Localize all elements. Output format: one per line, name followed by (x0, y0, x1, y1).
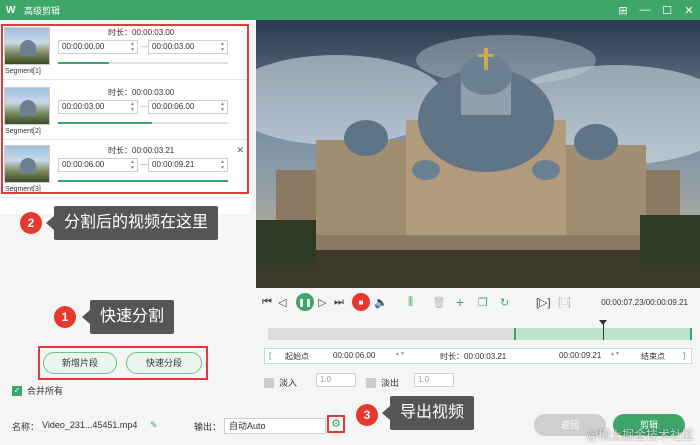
step-back-icon[interactable]: ◁ (278, 294, 286, 310)
range-editor: [ 起始点 00:00:06.00 ▲▼ 时长：00:00:03.21 00:0… (264, 348, 692, 364)
title-bar: W 高级剪辑 ⊞ — ☐ ✕ (0, 0, 700, 20)
copy-icon[interactable]: ❐ (478, 294, 488, 310)
fade-in-option[interactable]: 淡入 (264, 376, 297, 389)
playhead-line[interactable] (602, 322, 604, 340)
volume-icon[interactable]: 🔈 (374, 294, 388, 310)
bracket-left-icon: [ (269, 351, 272, 360)
merge-all-label: 合并所有 (27, 386, 64, 396)
file-name: Video_231...45451.mp4 (42, 420, 138, 430)
fade-out-label: 淡出 (381, 378, 400, 388)
stop-button[interactable]: ■ (352, 293, 370, 311)
callout-number-1: 1 (54, 306, 76, 328)
fade-in-input[interactable]: 1.0 (316, 373, 356, 387)
range-duration: 时长：00:00:03.21 (440, 352, 507, 361)
quick-split-button[interactable]: 快速分段 (126, 352, 202, 374)
video-preview[interactable] (256, 20, 700, 288)
fade-in-checkbox[interactable] (264, 377, 274, 388)
merge-all-checkbox[interactable]: ✓ (12, 385, 22, 396)
pin-icon[interactable]: ⊞ (612, 0, 634, 20)
bracket-right-icon: ] (683, 351, 686, 360)
app-logo-icon: W (6, 4, 16, 16)
minimize-button[interactable]: — (634, 0, 656, 20)
spinner-icon[interactable]: ▲▼ (395, 351, 405, 357)
window-title: 高级剪辑 (24, 5, 61, 16)
reset-icon[interactable]: ↻ (500, 294, 509, 310)
timeline-track[interactable] (268, 320, 692, 340)
pause-button[interactable]: ❚❚ (296, 293, 314, 311)
edit-name-icon[interactable]: ✎ (150, 420, 158, 431)
name-label: 名称： (12, 422, 40, 432)
add-icon[interactable]: + (456, 294, 464, 310)
start-time-input[interactable]: 00:00:06.00 (333, 351, 375, 360)
watermark: @稀土掘金技术社区 (585, 428, 694, 442)
callout-number-3: 3 (356, 404, 378, 426)
timecode-display: 00:00:07.23/00:00:09.21 (601, 298, 688, 307)
close-button[interactable]: ✕ (678, 0, 700, 20)
split-icon[interactable]: ⫼ (408, 294, 413, 310)
spinner-icon[interactable]: ▲▼ (610, 351, 620, 357)
merge-all-option[interactable]: ✓ 合并所有 (12, 384, 63, 397)
left-panel: Segment[1] 时长：00:00:03.00 00:00:00.00 ▲ ▼ … (0, 20, 256, 445)
callout-tip-2: 分割后的视频在这里 (45, 206, 219, 240)
fade-out-input[interactable]: 1.0 (414, 373, 454, 387)
output-label: 输出： (194, 422, 222, 432)
callout-tip-1: 快速分割 (81, 300, 175, 334)
start-point-button[interactable]: 起始点 (285, 351, 309, 362)
end-time-input[interactable]: 00:00:09.21 (559, 351, 601, 360)
fade-in-label: 淡入 (279, 378, 298, 388)
callout-number-2: 2 (20, 212, 42, 234)
fade-out-option[interactable]: 淡出 (366, 376, 399, 389)
skip-start-icon[interactable]: ⏮ (262, 294, 272, 310)
highlight-segment-list (1, 24, 249, 194)
delete-icon[interactable]: 🗑 (432, 294, 446, 310)
window-controls: ⊞ — ☐ ✕ (612, 0, 700, 20)
output-format-select[interactable]: 自动Auto (224, 418, 326, 434)
step-forward-icon[interactable]: ▷ (318, 294, 326, 310)
end-point-button[interactable]: 结束点 (641, 351, 665, 362)
mark-out-icon[interactable]: [□] (558, 294, 571, 310)
maximize-button[interactable]: ☐ (656, 0, 678, 20)
cathedral-image (256, 20, 700, 288)
fade-out-checkbox[interactable] (366, 377, 376, 388)
mark-in-icon[interactable]: [▷] (536, 294, 551, 310)
bottom-bar: 名称： Video_231...45451.mp4 ✎ 输出： 自动Auto ⚙… (0, 410, 700, 445)
callout-tip-3: 导出视频 (381, 396, 475, 430)
add-segment-button[interactable]: 新增片段 (43, 352, 117, 374)
gear-icon[interactable]: ⚙ (327, 415, 345, 433)
skip-end-icon[interactable]: ⏭ (334, 294, 344, 310)
